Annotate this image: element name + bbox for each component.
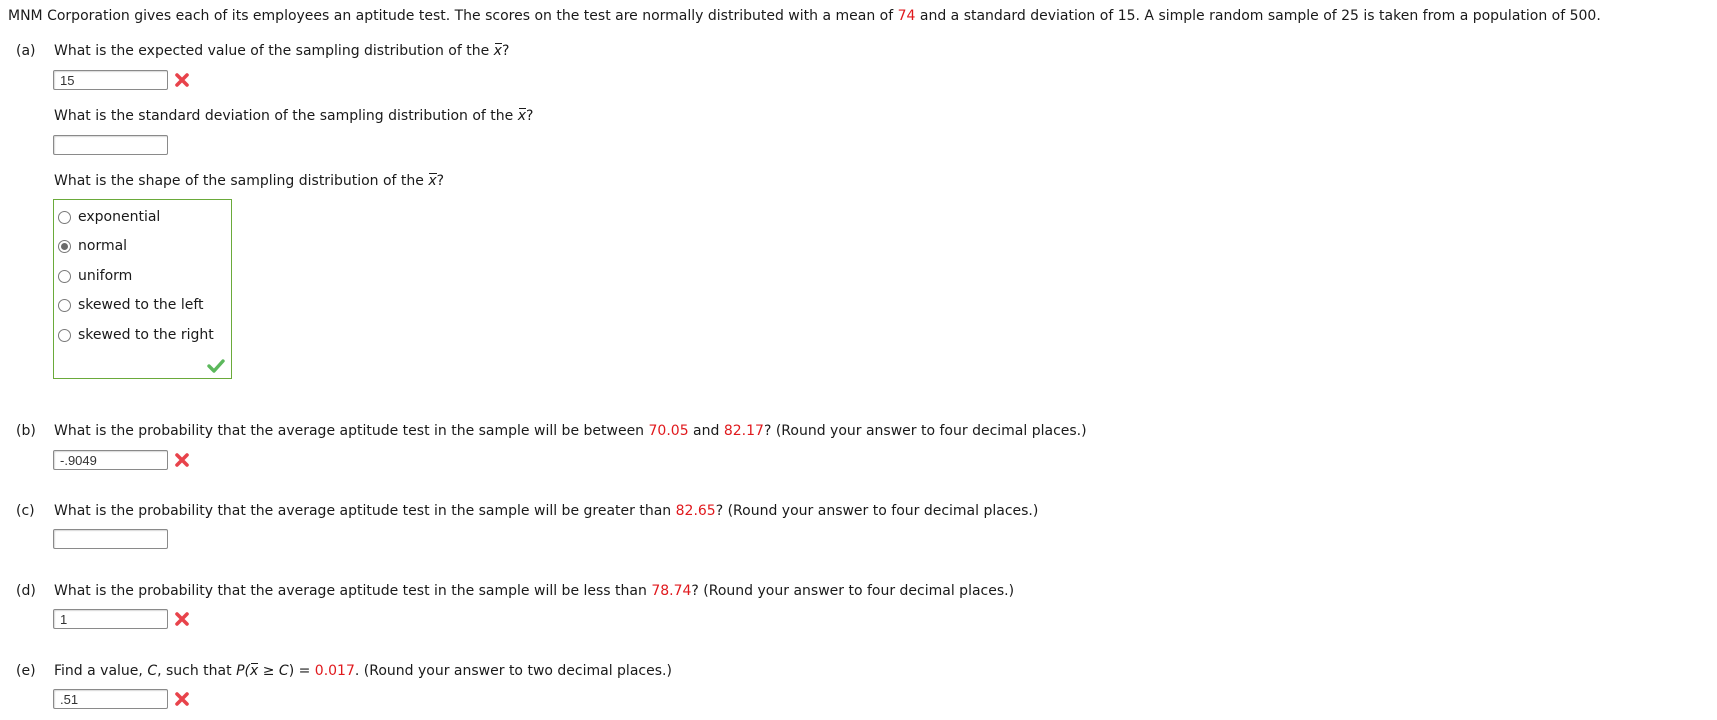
option-label: normal (78, 238, 128, 254)
mean-value: 74 (897, 8, 916, 24)
question-mark: ? (501, 43, 510, 59)
part-a-question-expected-value: What is the expected value of the sampli… (54, 42, 509, 60)
part-b-question: What is the probability that the average… (54, 422, 1087, 440)
question-text: What is the probability that the average… (54, 583, 652, 599)
radio-button-selected[interactable] (58, 239, 71, 253)
option-label: uniform (78, 268, 133, 284)
question-text: ? (Round your answer to four decimal pla… (763, 423, 1087, 439)
radio-button[interactable] (58, 269, 71, 283)
ge-symbol: ≥ (258, 663, 279, 679)
incorrect-x-icon (175, 73, 189, 87)
option-label: skewed to the right (78, 327, 214, 343)
probability-greater-input[interactable] (53, 529, 168, 549)
correct-check-icon (207, 359, 225, 373)
question-mark: ? (436, 173, 445, 189)
question-text: . (Round your answer to two decimal plac… (354, 663, 672, 679)
expected-value-input[interactable] (53, 70, 168, 90)
option-label: skewed to the left (78, 297, 204, 313)
part-a-label: (a) (16, 43, 36, 59)
equals-symbol: = (294, 663, 315, 679)
probability-between-input[interactable] (53, 450, 168, 470)
probability-less-input[interactable] (53, 609, 168, 629)
incorrect-x-icon (175, 692, 189, 706)
question-text: Find a value, (54, 663, 148, 679)
incorrect-x-icon (175, 612, 189, 626)
threshold-value: 78.74 (651, 583, 692, 599)
part-c-question: What is the probability that the average… (54, 502, 1038, 520)
c-value-input[interactable] (53, 689, 168, 709)
incorrect-x-icon (175, 453, 189, 467)
c-variable: C (147, 663, 158, 679)
radio-button[interactable] (58, 298, 71, 312)
intro-text-start: MNM Corporation gives each of its employ… (8, 8, 898, 24)
part-c-label: (c) (16, 503, 35, 519)
shape-options-group: exponential normal uniform skewed to the… (53, 199, 232, 379)
x-bar-symbol: x (249, 663, 259, 679)
x-bar-symbol: x (428, 173, 437, 189)
question-text: , such that (157, 663, 237, 679)
question-text: and (688, 423, 724, 439)
lower-bound-value: 70.05 (648, 423, 689, 439)
part-a-question-std-dev: What is the standard deviation of the sa… (54, 107, 533, 125)
part-d-label: (d) (16, 583, 36, 599)
threshold-value: 82.65 (675, 503, 716, 519)
option-skewed-left[interactable]: skewed to the left (58, 295, 204, 315)
option-normal[interactable]: normal (58, 236, 127, 256)
c-variable: C (278, 663, 289, 679)
question-text: What is the probability that the average… (54, 423, 649, 439)
option-exponential[interactable]: exponential (58, 207, 160, 227)
question-text: What is the expected value of the sampli… (54, 43, 494, 59)
radio-button[interactable] (58, 210, 71, 224)
probability-open: P( (236, 663, 250, 679)
question-text: ? (Round your answer to four decimal pla… (715, 503, 1039, 519)
radio-button[interactable] (58, 328, 71, 342)
part-d-question: What is the probability that the average… (54, 582, 1014, 600)
std-dev-input[interactable] (53, 135, 168, 155)
part-e-question: Find a value, C, such that P(x ≥ C) = 0.… (54, 662, 672, 680)
question-text: What is the probability that the average… (54, 503, 676, 519)
question-text: What is the shape of the sampling distri… (54, 173, 429, 189)
question-text: ? (Round your answer to four decimal pla… (691, 583, 1015, 599)
problem-intro: MNM Corporation gives each of its employ… (8, 7, 1601, 25)
question-mark: ? (526, 108, 534, 124)
intro-text-end: and a standard deviation of 15. A simple… (915, 8, 1601, 24)
probability-value: 0.017 (314, 663, 355, 679)
x-bar-symbol: x (517, 108, 527, 124)
part-a-question-shape: What is the shape of the sampling distri… (54, 172, 444, 190)
part-b-label: (b) (16, 423, 36, 439)
option-label: exponential (78, 209, 161, 225)
option-uniform[interactable]: uniform (58, 266, 132, 286)
question-text: What is the standard deviation of the sa… (54, 108, 518, 124)
part-e-label: (e) (16, 663, 36, 679)
upper-bound-value: 82.17 (723, 423, 764, 439)
option-skewed-right[interactable]: skewed to the right (58, 325, 214, 345)
x-bar-symbol: x (493, 43, 503, 59)
